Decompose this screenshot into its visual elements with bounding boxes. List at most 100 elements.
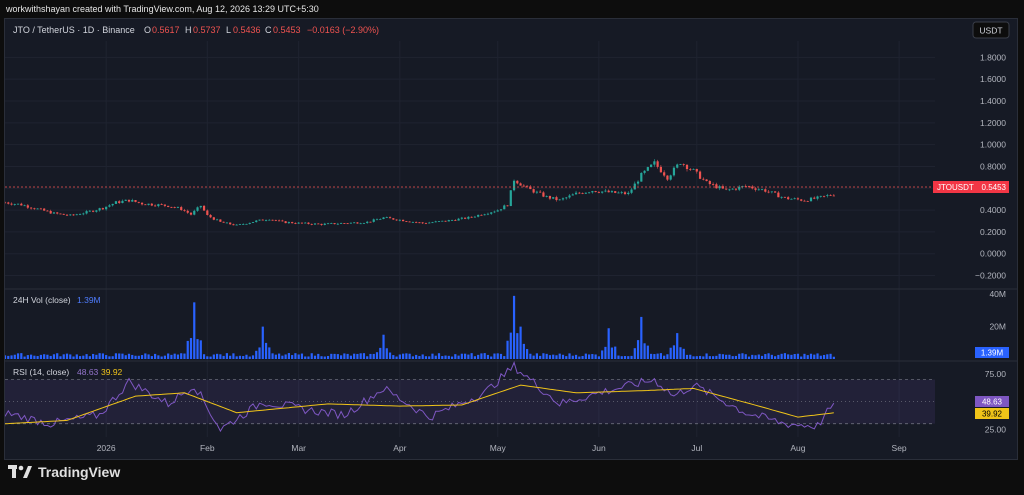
price-tick-label: 0.2000 <box>980 227 1006 237</box>
candle-body <box>202 205 206 211</box>
candle-body <box>16 203 20 205</box>
volume-bar <box>473 356 476 359</box>
candle-body <box>650 164 653 168</box>
volume-bar <box>238 355 242 359</box>
volume-bar <box>561 354 565 359</box>
candle-body <box>578 192 581 194</box>
volume-bar <box>336 354 339 359</box>
volume-bar <box>340 355 343 359</box>
candle-body <box>20 203 23 206</box>
volume-bar <box>832 356 835 359</box>
rsi-ma-value: 39.92 <box>101 367 123 377</box>
volume-bar <box>33 355 36 359</box>
volume-bar <box>248 356 251 359</box>
volume-bar <box>760 355 764 359</box>
candle-body <box>65 214 69 216</box>
chart-panel[interactable]: JTO / TetherUS · 1D · Binance O 0.5617 H… <box>4 18 1018 460</box>
volume-bar <box>663 355 666 359</box>
candle-body <box>212 217 215 220</box>
volume-bar <box>62 354 65 359</box>
candle-body <box>712 184 715 185</box>
volume-bar <box>372 353 375 359</box>
volume-bar <box>519 326 522 359</box>
candle-body <box>610 191 614 193</box>
volume-bar <box>405 353 408 359</box>
candle-body <box>49 210 52 214</box>
price-tick-label: 1.8000 <box>980 52 1006 62</box>
candle-body <box>477 214 480 217</box>
candle-body <box>594 191 597 193</box>
volume-bar <box>646 345 649 359</box>
volume-bar <box>597 356 600 359</box>
volume-bar <box>346 353 349 359</box>
volume-bar <box>610 347 614 359</box>
volume-bar <box>43 354 46 359</box>
volume-bar <box>144 353 147 359</box>
candle-body <box>708 181 711 185</box>
candle-body <box>121 200 124 203</box>
volume-bar <box>154 353 157 359</box>
candle-body <box>421 222 424 224</box>
volume-bar <box>692 356 695 359</box>
candle-body <box>444 220 447 222</box>
candle-body <box>39 208 42 210</box>
volume-bar <box>698 355 702 359</box>
candle-body <box>255 220 258 223</box>
candle-body <box>519 183 522 186</box>
candle-body <box>809 197 813 202</box>
candle-body <box>777 192 780 198</box>
volume-bar <box>630 355 633 359</box>
candle-body <box>581 193 584 194</box>
volume-bar <box>705 353 708 359</box>
volume-bar <box>264 342 268 359</box>
candle-body <box>144 204 147 206</box>
candle-body <box>663 172 666 176</box>
volume-bar <box>532 355 535 359</box>
volume-bar <box>147 354 150 359</box>
candle-body <box>379 219 382 220</box>
volume-bar <box>118 353 121 359</box>
candle-body <box>486 213 490 215</box>
candle-body <box>183 210 186 211</box>
time-tick-label: Mar <box>291 443 306 453</box>
volume-bar <box>353 353 356 359</box>
volume-bar <box>26 355 29 359</box>
candle-body <box>238 224 242 225</box>
volume-bar <box>317 353 320 359</box>
candle-body <box>78 214 82 216</box>
candle-body <box>473 216 476 218</box>
candle-body <box>636 181 640 184</box>
candle-body <box>454 220 457 221</box>
candle-body <box>682 164 685 165</box>
chart-svg[interactable]: JTO / TetherUS · 1D · Binance O 0.5617 H… <box>5 19 1017 459</box>
candle-body <box>659 166 662 173</box>
volume-bar <box>16 353 20 359</box>
volume-bar <box>418 356 421 359</box>
candle-body <box>92 210 95 212</box>
candle-body <box>783 196 786 198</box>
volume-bar <box>444 355 447 359</box>
volume-bar <box>437 353 441 359</box>
volume-bar <box>470 353 473 359</box>
volume-bar <box>268 347 271 359</box>
candle-body <box>251 222 255 223</box>
volume-bar <box>52 354 56 359</box>
tradingview-brand: TradingView <box>38 464 121 480</box>
volume-bar <box>800 356 803 359</box>
candle-body <box>653 161 656 165</box>
candle-body <box>297 222 300 224</box>
volume-bar <box>170 354 173 359</box>
volume-bar <box>552 354 555 359</box>
candle-body <box>496 210 499 212</box>
candle-body <box>640 172 643 182</box>
candle-body <box>372 219 375 222</box>
price-tick-label: 1.2000 <box>980 118 1006 128</box>
candle-body <box>597 192 600 193</box>
candle-body <box>787 197 790 200</box>
candle-body <box>760 189 764 191</box>
volume-bar <box>333 353 336 359</box>
volume-bar <box>232 353 235 359</box>
volume-bar <box>685 354 689 359</box>
volume-bar <box>304 356 307 359</box>
tradingview-footer[interactable]: TradingView <box>8 464 120 480</box>
